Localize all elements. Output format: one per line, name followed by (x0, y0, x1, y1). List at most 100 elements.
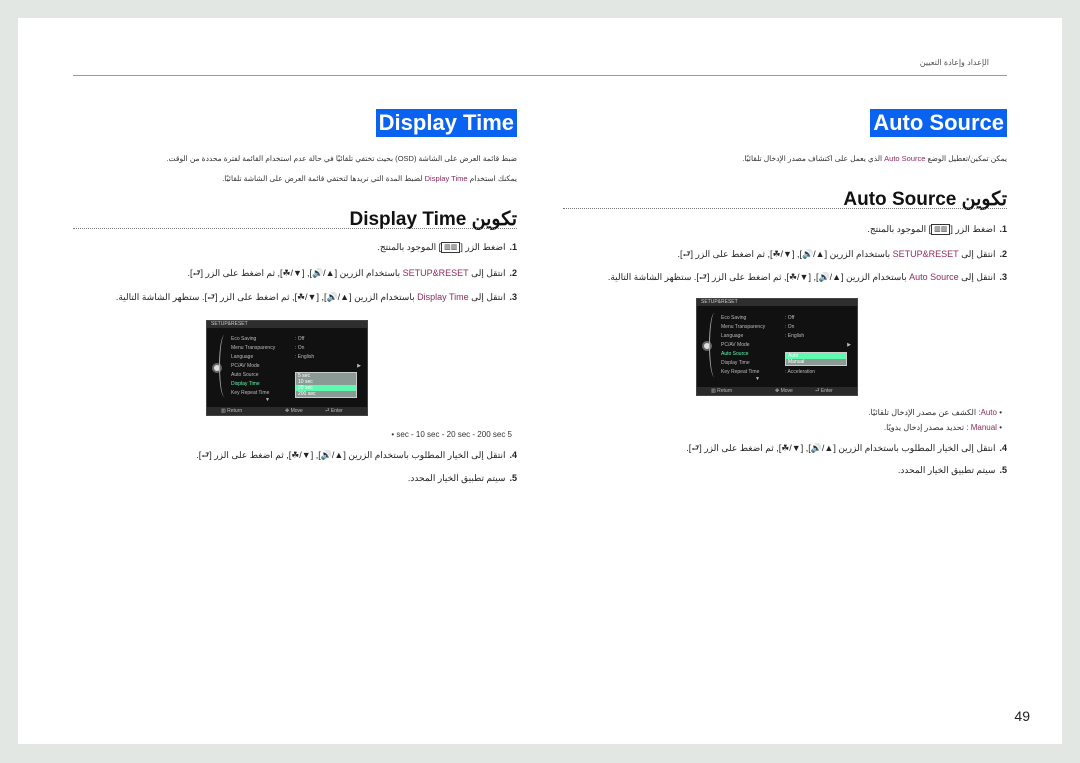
display-time-description-2: يمكنك استخدام Display Time لضبط المدة ال… (222, 174, 517, 183)
osd-return: ▥ Return (221, 408, 243, 414)
left-step-1: 1.اضغط الزر [▥▥] الموجود بالمنتج. (377, 242, 517, 254)
osd-row-label: Menu Transparency (721, 324, 766, 330)
bullet-highlight: Manual (970, 423, 997, 432)
step-text: انتقل إلى (958, 249, 996, 259)
page-number: 49 (1014, 708, 1030, 724)
osd-enter: ⮐ Enter (325, 408, 343, 414)
menu-button-icon: ▥▥ (441, 242, 461, 254)
osd-enter-label: Enter (820, 388, 833, 394)
osd-arc (709, 313, 720, 377)
step-text: سيتم تطبيق الخيار المحدد. (897, 465, 996, 475)
step-number: 1. (999, 224, 1007, 234)
osd-row-label: Auto Source (231, 372, 259, 378)
step-text: ] الموجود بالمنتج. (377, 242, 442, 252)
right-step-4: 4.انتقل إلى الخيار المطلوب باستخدام الزر… (686, 441, 1007, 457)
desc-highlight: Auto Source (884, 154, 926, 163)
osd-row-label: Language (231, 354, 254, 360)
step-number: 2. (999, 249, 1007, 259)
osd-move: ✥ Move (775, 388, 793, 394)
step-number: 4. (509, 450, 517, 460)
step-text: باستخدام الزرين [▲/🔊], [▼/☘], ثم اضغط عل… (115, 292, 418, 302)
step-text: باستخدام الزرين [▲/🔊], [▼/☘], ثم اضغط عل… (187, 268, 403, 278)
bullet-manual: • Manual : تحديد مصدر إدخال يدويًا. (883, 423, 1002, 432)
left-step-2: 2.انتقل إلى SETUP&RESET باستخدام الزرين … (187, 266, 517, 282)
osd-row-value: : English (785, 333, 805, 339)
subheading-divider (73, 228, 517, 229)
options-text: 5 sec - 10 sec - 20 sec - 200 sec (396, 430, 512, 439)
options-line: 5 sec - 10 sec - 20 sec - 200 sec • (391, 430, 512, 439)
auto-source-description: يمكن تمكين/تعطيل الوضع Auto Source الذي … (742, 154, 1007, 163)
step-number: 4. (999, 443, 1007, 453)
step-number: 5. (509, 473, 517, 483)
osd-dropdown: 5 sec 10 sec 20 sec 200 sec (295, 372, 357, 398)
osd-title: SETUP&RESET (207, 321, 367, 328)
display-time-description-1: ضبط قائمة العرض على الشاشة (OSD) بحيث تخ… (166, 154, 517, 163)
bullet-text: : الكشف عن مصدر الإدخال تلقائيًا. (868, 408, 981, 417)
osd-enter-label: Enter (330, 408, 343, 414)
left-step-4: 4.انتقل إلى الخيار المطلوب باستخدام الزر… (196, 448, 517, 464)
display-time-osd-screen: SETUP&RESET Eco Saving : Off Menu Transp… (206, 320, 368, 416)
section-header: الإعداد وإعادة التعيين (919, 58, 989, 67)
step-number: 2. (509, 268, 517, 278)
manual-page: الإعداد وإعادة التعيين Auto Source يمكن … (18, 18, 1062, 744)
step-highlight: SETUP&RESET (402, 268, 469, 278)
osd-option: Manual (788, 359, 805, 365)
osd-row-label: PC/AV Mode (231, 363, 260, 369)
osd-row-label: PC/AV Mode (721, 342, 750, 348)
osd-row-label: Auto Source (721, 351, 749, 357)
osd-arrow-down-icon: ▼ (265, 397, 270, 403)
osd-row-value: : English (295, 354, 315, 360)
osd-footer: ▥ Return ✥ Move ⮐ Enter (697, 387, 857, 395)
osd-move: ✥ Move (285, 408, 303, 414)
osd-option: 200 sec (298, 391, 316, 397)
osd-footer: ▥ Return ✥ Move ⮐ Enter (207, 407, 367, 415)
osd-arc (219, 335, 230, 397)
step-text: اضغط الزر [ (460, 242, 506, 252)
desc-text: الذي يعمل على اكتشاف مصدر الإدخال تلقائي… (742, 154, 885, 163)
step-text: انتقل إلى (468, 292, 506, 302)
osd-row-value: : On (295, 345, 305, 351)
right-step-2: 2.انتقل إلى SETUP&RESET باستخدام الزرين … (677, 247, 1007, 263)
right-step-5: 5.سيتم تطبيق الخيار المحدد. (898, 465, 1007, 476)
right-step-3: 3.انتقل إلى Auto Source باستخدام الزرين … (608, 270, 1007, 286)
osd-title: SETUP&RESET (697, 299, 857, 306)
osd-move-label: Move (290, 408, 303, 414)
desc-text: يمكن تمكين/تعطيل الوضع (925, 154, 1007, 163)
osd-dropdown: Auto Manual (785, 352, 847, 366)
osd-row-value: : Acceleration (785, 369, 816, 375)
osd-return-label: Return (717, 388, 733, 394)
step-text: باستخدام الزرين [▲/🔊], [▼/☘], ثم اضغط عل… (607, 272, 910, 282)
osd-arrow-right-icon: ▶ (847, 342, 851, 348)
display-time-title: Display Time (375, 109, 517, 137)
osd-move-label: Move (780, 388, 793, 394)
bullet-auto: • Auto: الكشف عن مصدر الإدخال تلقائيًا. (868, 408, 1002, 417)
step-number: 3. (999, 272, 1007, 282)
step-highlight: SETUP&RESET (892, 249, 959, 259)
osd-enter: ⮐ Enter (815, 388, 833, 394)
left-step-3: 3.انتقل إلى Display Time باستخدام الزرين… (116, 290, 517, 306)
osd-row-label: Display Time (231, 381, 260, 387)
subheading-divider (563, 208, 1007, 209)
step-text: باستخدام الزرين [▲/🔊], [▼/☘], ثم اضغط عل… (677, 249, 893, 259)
step-text: انتقل إلى الخيار المطلوب باستخدام الزرين… (196, 450, 506, 460)
auto-source-osd-screen: SETUP&RESET Eco Saving : Off Menu Transp… (696, 298, 858, 396)
step-text: اضغط الزر [ (950, 224, 996, 234)
step-text: ] الموجود بالمنتج. (867, 224, 932, 234)
osd-row-value: : Off (785, 315, 795, 321)
desc-highlight: Display Time (424, 174, 468, 183)
step-number: 1. (509, 242, 517, 252)
step-text: انتقل إلى (468, 268, 506, 278)
auto-source-title: Auto Source (870, 109, 1007, 137)
osd-row-label: Language (721, 333, 744, 339)
osd-row-value: : Off (295, 336, 305, 342)
menu-button-icon: ▥▥ (931, 224, 951, 236)
desc-text: لضبط المدة التي تريدها لتختفي قائمة العر… (222, 174, 425, 183)
osd-arrow-down-icon: ▼ (755, 376, 760, 382)
bullet-highlight: Auto (980, 408, 997, 417)
step-text: سيتم تطبيق الخيار المحدد. (407, 473, 506, 483)
bullet-text: : تحديد مصدر إدخال يدويًا. (883, 423, 971, 432)
osd-row-label: Eco Saving (721, 315, 747, 321)
step-text: انتقل إلى (958, 272, 996, 282)
osd-row-label: Display Time (721, 360, 750, 366)
osd-row-label: Key Repeat Time (231, 390, 270, 396)
